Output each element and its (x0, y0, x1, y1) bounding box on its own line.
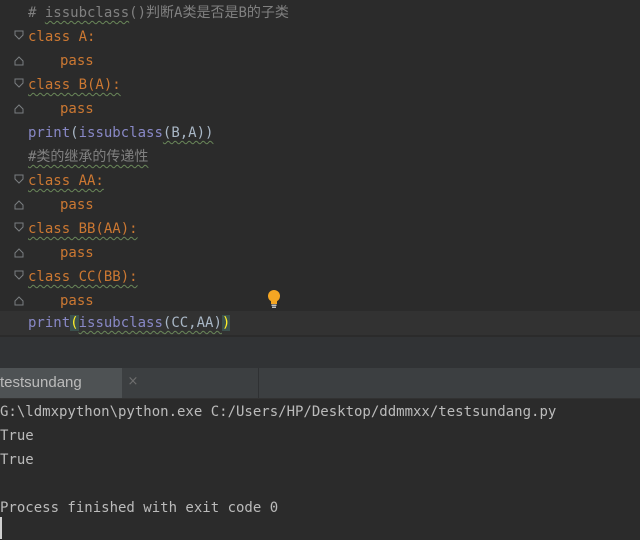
code-line-2[interactable]: class A: (0, 25, 640, 49)
paren-close-highlight: ) (221, 315, 231, 331)
tab-label: testsundang (0, 374, 82, 391)
code-line-13[interactable]: pass (0, 289, 640, 313)
fold-open-icon[interactable] (14, 174, 24, 186)
call-args: (CC,AA) (162, 315, 222, 331)
tab-divider (258, 368, 259, 398)
lightbulb-icon[interactable] (266, 289, 282, 309)
call-args: (B,A)) (162, 125, 214, 141)
panel-separator (0, 336, 640, 369)
code-line-6[interactable]: print(issubclass(B,A)) (0, 121, 640, 145)
print-builtin: print (28, 125, 71, 141)
class-a-def: class A: (28, 29, 96, 45)
code-editor[interactable]: # issubclass()判断A类是否是B的子类 class A: pass … (0, 0, 640, 336)
comment-line: #类的继承的传递性 (28, 149, 149, 165)
fold-close-icon[interactable] (14, 102, 24, 114)
console-line-exit: Process finished with exit code 0 (0, 500, 279, 516)
fold-close-icon[interactable] (14, 198, 24, 210)
code-line-5[interactable]: pass (0, 97, 640, 121)
console-caret (0, 517, 2, 539)
pass-stmt: pass (60, 245, 94, 261)
code-line-1[interactable]: # issubclass()判断A类是否是B的子类 (0, 1, 640, 25)
issubclass-call: issubclass (78, 315, 163, 331)
pass-stmt: pass (60, 197, 94, 213)
run-tab-bar: testsundang × (0, 368, 640, 399)
fold-open-icon[interactable] (14, 30, 24, 42)
fold-open-icon[interactable] (14, 222, 24, 234)
close-icon[interactable]: × (126, 375, 140, 389)
console-line-command: G:\ldmxpython\python.exe C:/Users/HP/Des… (0, 404, 557, 420)
code-line-12[interactable]: class CC(BB): (0, 265, 640, 289)
class-b-def: class B(A): (28, 77, 121, 93)
code-line-14[interactable]: print(issubclass(CC,AA)) (0, 311, 640, 335)
code-line-11[interactable]: pass (0, 241, 640, 265)
fold-close-icon[interactable] (14, 294, 24, 306)
run-console[interactable]: G:\ldmxpython\python.exe C:/Users/HP/Des… (0, 399, 640, 540)
fold-close-icon[interactable] (14, 246, 24, 258)
comment-hash: # (28, 5, 45, 21)
class-bb-def: class BB(AA): (28, 221, 138, 237)
pass-stmt: pass (60, 293, 94, 309)
paren-open-highlight: ( (70, 315, 79, 331)
code-line-4[interactable]: class B(A): (0, 73, 640, 97)
print-builtin: print (28, 315, 71, 331)
comment-rest: ()判断A类是否是B的子类 (129, 5, 289, 21)
pass-stmt: pass (60, 101, 94, 117)
paren-open: ( (70, 125, 79, 141)
code-line-10[interactable]: class BB(AA): (0, 217, 640, 241)
class-aa-def: class AA: (28, 173, 104, 189)
code-line-3[interactable]: pass (0, 49, 640, 73)
code-line-8[interactable]: class AA: (0, 169, 640, 193)
issubclass-call: issubclass (78, 125, 163, 141)
console-line-output: True (0, 452, 34, 468)
pass-stmt: pass (60, 53, 94, 69)
class-cc-def: class CC(BB): (28, 269, 138, 285)
console-line-output: True (0, 428, 34, 444)
code-line-7[interactable]: #类的继承的传递性 (0, 145, 640, 169)
tab-testsundang[interactable]: testsundang (0, 368, 122, 398)
code-line-9[interactable]: pass (0, 193, 640, 217)
comment-func: issubclass (44, 5, 130, 21)
fold-close-icon[interactable] (14, 54, 24, 66)
fold-open-icon[interactable] (14, 270, 24, 282)
fold-open-icon[interactable] (14, 78, 24, 90)
